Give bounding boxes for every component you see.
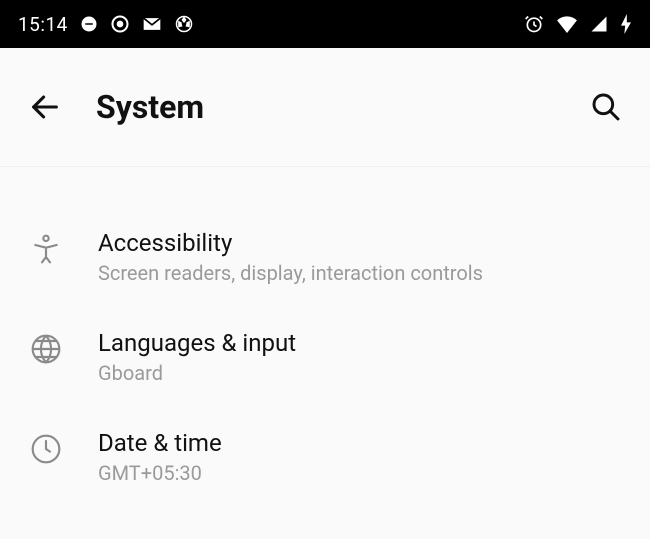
soccer-ball-icon: [174, 14, 194, 34]
settings-item-subtitle: Screen readers, display, interaction con…: [98, 261, 622, 285]
accessibility-icon: [28, 233, 64, 265]
gmail-icon: [142, 16, 162, 32]
settings-item-text: Date & time GMT+05:30: [98, 429, 622, 485]
back-button[interactable]: [28, 90, 62, 124]
search-icon: [590, 91, 622, 123]
clock-icon: [28, 433, 64, 465]
settings-item-accessibility[interactable]: Accessibility Screen readers, display, i…: [0, 207, 650, 307]
status-right: [524, 14, 632, 34]
settings-item-languages[interactable]: Languages & input Gboard: [0, 307, 650, 407]
arrow-left-icon: [28, 90, 62, 124]
settings-list: Accessibility Screen readers, display, i…: [0, 167, 650, 507]
status-time: 15:14: [18, 13, 68, 36]
settings-item-title: Languages & input: [98, 329, 622, 357]
settings-item-subtitle: Gboard: [98, 361, 622, 385]
page-header: System: [0, 48, 650, 167]
cellular-signal-icon: [590, 15, 608, 33]
status-left: 15:14: [18, 13, 194, 36]
settings-item-text: Accessibility Screen readers, display, i…: [98, 229, 622, 285]
charging-icon: [620, 14, 632, 34]
notification-bubble-icon: [80, 15, 98, 33]
globe-icon: [28, 333, 64, 365]
settings-item-title: Date & time: [98, 429, 622, 457]
settings-item-subtitle: GMT+05:30: [98, 461, 622, 485]
settings-item-title: Accessibility: [98, 229, 622, 257]
circle-icon: [110, 14, 130, 34]
search-button[interactable]: [590, 91, 622, 123]
settings-item-datetime[interactable]: Date & time GMT+05:30: [0, 407, 650, 507]
wifi-icon: [556, 15, 578, 33]
page-title: System: [96, 88, 556, 126]
status-bar: 15:14: [0, 0, 650, 48]
settings-item-text: Languages & input Gboard: [98, 329, 622, 385]
alarm-icon: [524, 14, 544, 34]
